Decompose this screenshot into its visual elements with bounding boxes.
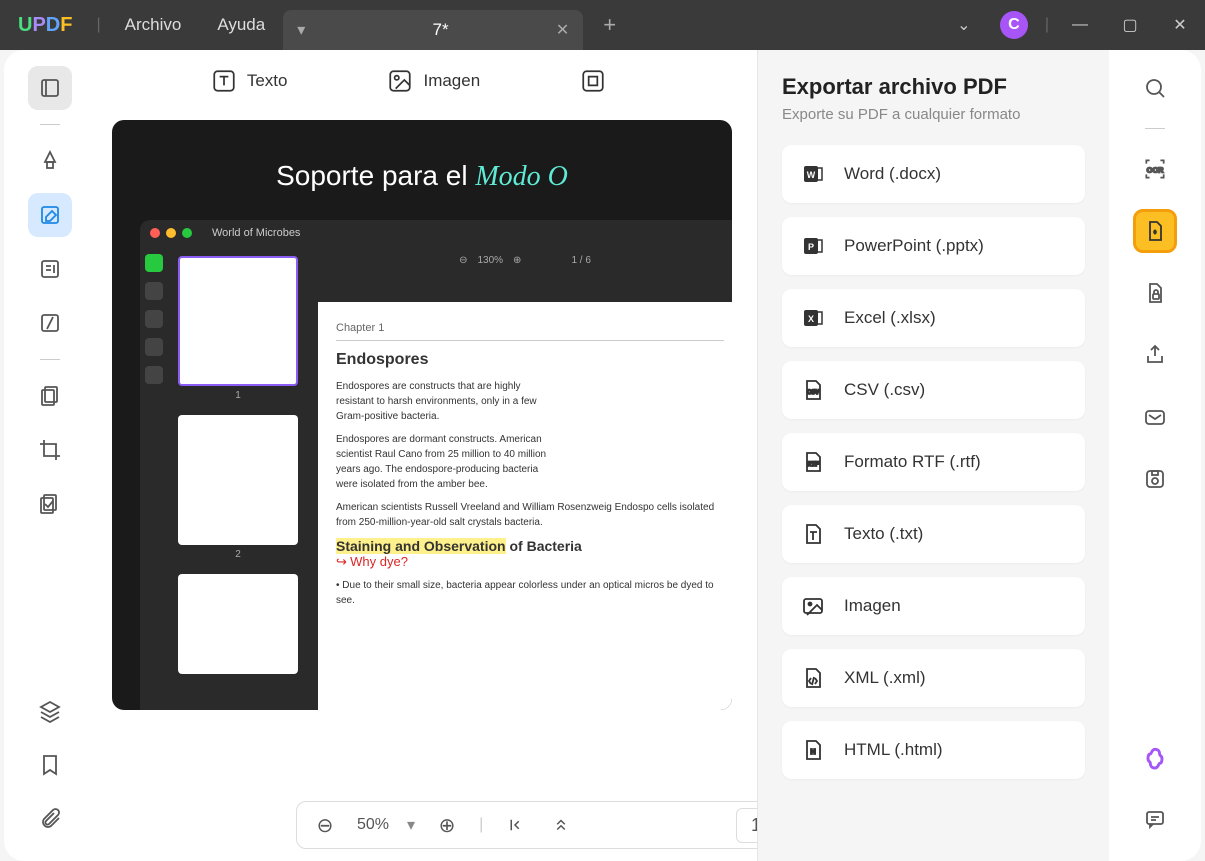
pages-icon[interactable]: [28, 374, 72, 418]
tab-close-icon[interactable]: ✕: [556, 20, 569, 40]
svg-text:CSV: CSV: [807, 390, 819, 396]
export-icon[interactable]: [1133, 209, 1177, 253]
zoom-value: 50%: [357, 816, 389, 834]
zoom-controls: ⊖ 50% ▾ ⊕ | 1 / 1: [296, 801, 816, 849]
export-panel: Exportar archivo PDF Exporte su PDF a cu…: [757, 50, 1109, 861]
export-excel[interactable]: X Excel (.xlsx): [782, 289, 1085, 347]
divider: |: [96, 16, 100, 34]
xml-icon: [800, 665, 826, 691]
ocr-icon[interactable]: OCR: [1133, 147, 1177, 191]
search-icon[interactable]: [1133, 66, 1177, 110]
edit-mode-icon[interactable]: [28, 193, 72, 237]
save-icon[interactable]: [1133, 457, 1177, 501]
toolbar-text-button[interactable]: Texto: [211, 68, 288, 94]
mock-page-content: Chapter 1 Endospores Endospores are cons…: [318, 302, 732, 710]
csv-icon: CSV: [800, 377, 826, 403]
export-image[interactable]: Imagen: [782, 577, 1085, 635]
tab-title: 7*: [385, 20, 496, 40]
menu-help[interactable]: Ayuda: [199, 15, 283, 35]
toolbar-image-label: Imagen: [423, 71, 480, 91]
toolbar-link-button[interactable]: [580, 68, 606, 94]
document-preview[interactable]: Soporte para el Modo O World of Microbes…: [112, 120, 732, 710]
reader-mode-icon[interactable]: [28, 66, 72, 110]
email-icon[interactable]: [1133, 395, 1177, 439]
titlebar: UPDF | Archivo Ayuda ▾ 7* ✕ + ⌄ C | — ▢ …: [0, 0, 1205, 50]
export-title: Exportar archivo PDF: [782, 74, 1085, 100]
new-tab-button[interactable]: +: [583, 12, 636, 38]
menu-file[interactable]: Archivo: [107, 15, 200, 35]
word-icon: W: [800, 161, 826, 187]
html-icon: H: [800, 737, 826, 763]
svg-text:OCR: OCR: [1147, 165, 1164, 174]
crop-icon[interactable]: [28, 428, 72, 472]
layers-icon[interactable]: [28, 689, 72, 733]
export-word[interactable]: W Word (.docx): [782, 145, 1085, 203]
chevron-down-icon[interactable]: ⌄: [939, 0, 989, 50]
svg-text:W: W: [807, 170, 816, 180]
document-tab[interactable]: ▾ 7* ✕: [283, 10, 583, 50]
tab-caret-icon: ▾: [297, 20, 305, 40]
excel-icon: X: [800, 305, 826, 331]
export-subtitle: Exporte su PDF a cualquier formato: [782, 106, 1085, 123]
powerpoint-icon: P: [800, 233, 826, 259]
app-body: Texto Imagen Soporte para el Modo O Worl…: [4, 50, 1201, 861]
svg-text:X: X: [808, 314, 814, 324]
comment-icon[interactable]: [1133, 797, 1177, 841]
export-csv[interactable]: CSV CSV (.csv): [782, 361, 1085, 419]
export-xml[interactable]: XML (.xml): [782, 649, 1085, 707]
maximize-button[interactable]: ▢: [1105, 0, 1155, 50]
right-sidebar: OCR: [1109, 50, 1201, 861]
highlight-icon[interactable]: [28, 139, 72, 183]
zoom-dropdown-icon[interactable]: ▾: [407, 815, 415, 835]
edit-toolbar: Texto Imagen: [188, 68, 629, 94]
share-icon[interactable]: [1133, 333, 1177, 377]
first-page-button[interactable]: [501, 811, 529, 839]
prev-page-button[interactable]: [547, 811, 575, 839]
user-avatar[interactable]: C: [989, 0, 1039, 50]
left-sidebar: [4, 50, 96, 861]
toolbar-image-button[interactable]: Imagen: [387, 68, 480, 94]
toolbar-text-label: Texto: [247, 71, 288, 91]
banner-text: Soporte para el Modo O: [112, 120, 732, 193]
svg-text:P: P: [808, 242, 814, 252]
organize-icon[interactable]: [28, 301, 72, 345]
compare-icon[interactable]: [28, 482, 72, 526]
ai-assistant-icon[interactable]: [1133, 739, 1177, 783]
svg-text:H: H: [810, 749, 815, 756]
zoom-in-button[interactable]: ⊕: [433, 811, 461, 839]
export-text[interactable]: Texto (.txt): [782, 505, 1085, 563]
mock-thumb-2: [178, 415, 298, 545]
bookmark-icon[interactable]: [28, 743, 72, 787]
mock-window: World of Microbes 1 2: [140, 220, 732, 710]
form-icon[interactable]: [28, 247, 72, 291]
image-icon: [800, 593, 826, 619]
export-rtf[interactable]: RTF Formato RTF (.rtf): [782, 433, 1085, 491]
app-logo: UPDF: [0, 14, 90, 37]
svg-text:RTF: RTF: [807, 462, 819, 468]
mock-thumb-3: [178, 574, 298, 674]
rtf-icon: RTF: [800, 449, 826, 475]
mock-thumb-1: [178, 256, 298, 386]
minimize-button[interactable]: —: [1055, 0, 1105, 50]
attachment-icon[interactable]: [28, 797, 72, 841]
zoom-out-button[interactable]: ⊖: [311, 811, 339, 839]
divider: |: [1045, 16, 1049, 34]
export-html[interactable]: H HTML (.html): [782, 721, 1085, 779]
close-button[interactable]: ✕: [1155, 0, 1205, 50]
protect-icon[interactable]: [1133, 271, 1177, 315]
mock-tab-title: World of Microbes: [212, 227, 300, 239]
text-icon: [800, 521, 826, 547]
export-powerpoint[interactable]: P PowerPoint (.pptx): [782, 217, 1085, 275]
